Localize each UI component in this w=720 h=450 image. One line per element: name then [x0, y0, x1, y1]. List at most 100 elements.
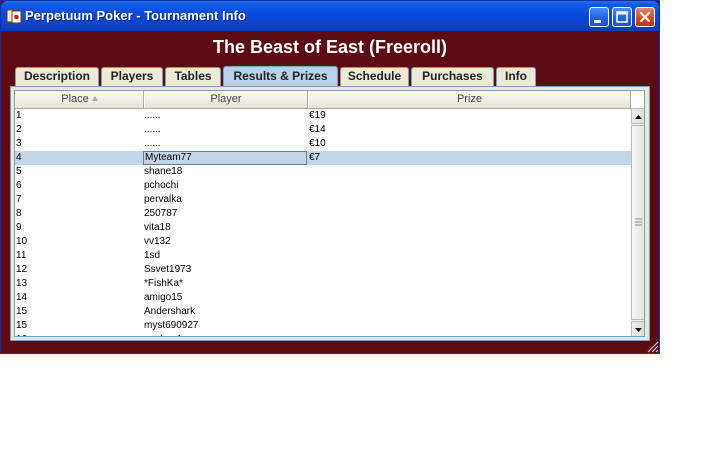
vertical-scrollbar[interactable] [631, 108, 644, 336]
tab-info[interactable]: Info [496, 67, 536, 86]
minimize-button[interactable] [589, 7, 609, 27]
place-cell: 16 [16, 333, 140, 336]
tab-purchases[interactable]: Purchases [411, 67, 494, 86]
grip-lines-icon [635, 218, 642, 226]
prize-cell [309, 305, 609, 319]
table-row[interactable]: 11 1sd [15, 249, 631, 263]
table-row[interactable]: 4 Myteam77 €7 [15, 151, 631, 165]
prize-cell: €19 [309, 110, 326, 121]
table-row[interactable]: 7 pervalka [15, 193, 631, 207]
table-row[interactable]: 12 Ssvet1973 [15, 263, 631, 277]
prize-cell [309, 179, 609, 193]
place-cell: 12 [16, 264, 28, 275]
prize-cell: €7 [309, 152, 321, 163]
results-prizes-panel: Place Player Prize 1...... €19 2...... €14 3… [10, 86, 650, 341]
prize-cell [309, 249, 609, 263]
table-row[interactable]: 10 vv132 [15, 235, 631, 249]
player-cell: Myteam77 [143, 151, 307, 165]
place-cell: 9 [16, 222, 22, 233]
resize-grip-icon[interactable] [645, 339, 659, 353]
sort-ascending-icon [91, 96, 98, 101]
table-row[interactable]: 1...... €19 [15, 109, 631, 123]
prize-cell [309, 235, 609, 249]
place-cell: 11 [16, 250, 27, 261]
place-cell: 10 [16, 236, 28, 247]
table-row[interactable]: 15 Andershark [15, 305, 631, 319]
tab-schedule[interactable]: Schedule [340, 67, 409, 86]
tab-players[interactable]: Players [101, 67, 163, 86]
place-cell: 3 [16, 138, 22, 149]
place-cell: 7 [16, 194, 22, 205]
prize-cell [309, 207, 609, 221]
prize-cell: €14 [309, 124, 326, 135]
player-cell: 1sd [144, 250, 161, 261]
scroll-up-button[interactable] [631, 108, 644, 124]
player-cell: pervalka [144, 194, 182, 205]
place-cell: 6 [16, 180, 22, 191]
tab-results-prizes[interactable]: Results & Prizes [223, 66, 338, 87]
close-button[interactable] [635, 7, 655, 27]
column-header-place[interactable]: Place [15, 91, 144, 108]
player-cell: ...... [144, 110, 161, 121]
tab-description[interactable]: Description [15, 67, 99, 86]
table-body: 1...... €19 2...... €14 3...... €10 4 Myteam77 €… [15, 109, 631, 336]
place-cell: 8 [16, 208, 22, 219]
table-row[interactable]: 6 pchochi [15, 179, 631, 193]
table-header: Place Player Prize [15, 91, 631, 109]
poker-app-icon [6, 8, 22, 24]
arrow-down-icon [635, 328, 642, 332]
place-cell: 2 [16, 124, 22, 135]
place-cell: 5 [16, 166, 22, 177]
prize-cell [309, 221, 609, 235]
player-cell: ...... [144, 124, 161, 135]
column-header-prize[interactable]: Prize [308, 91, 631, 108]
close-icon [639, 11, 651, 23]
place-header-label: Place [61, 93, 89, 105]
table-row[interactable]: 5 shane18 [15, 165, 631, 179]
table-row[interactable]: 2...... €14 [15, 123, 631, 137]
player-cell: pchochi [144, 180, 179, 191]
place-cell: 15 [16, 306, 28, 317]
title-bar[interactable]: Perpetuum Poker - Tournament Info [1, 1, 659, 31]
prize-cell [309, 333, 609, 336]
player-cell: amigo15 [144, 292, 183, 303]
place-cell: 14 [16, 292, 28, 303]
table-row[interactable]: 3...... €10 [15, 137, 631, 151]
table-row[interactable]: 13 *FishKa* [15, 277, 631, 291]
tab-tables[interactable]: Tables [165, 67, 221, 86]
column-header-player[interactable]: Player [144, 91, 308, 108]
place-cell: 15 [16, 320, 28, 331]
player-cell: Andershark [144, 306, 196, 317]
player-cell: myst690927 [144, 320, 199, 331]
player-cell: vita18 [144, 222, 171, 233]
scroll-thumb[interactable] [631, 125, 644, 320]
prize-cell [309, 193, 609, 207]
place-cell: 4 [16, 152, 22, 163]
player-cell: vv132 [144, 236, 171, 247]
table-row[interactable]: 9 vita18 [15, 221, 631, 235]
player-cell: pashyc4e [144, 333, 304, 336]
table-row[interactable]: 8 250787 [15, 207, 631, 221]
tournament-name: The Beast of East (Freeroll) [212, 37, 448, 57]
prize-cell [309, 319, 609, 333]
arrow-up-icon [635, 115, 642, 119]
window-title: Perpetuum Poker - Tournament Info [25, 8, 246, 23]
prize-cell [309, 165, 609, 179]
player-cell: 250787 [144, 208, 178, 219]
player-cell: *FishKa* [144, 278, 183, 289]
prize-cell: €10 [309, 138, 326, 149]
table-row[interactable]: 14 amigo15 [15, 291, 631, 305]
prize-cell [309, 277, 609, 291]
table-row[interactable]: 15 myst690927 [15, 319, 631, 333]
player-cell: Ssvet1973 [144, 264, 192, 275]
place-cell: 1 [16, 110, 22, 121]
player-cell: ...... [144, 138, 161, 149]
maximize-button[interactable] [612, 7, 632, 27]
player-cell: shane18 [144, 166, 183, 177]
scroll-down-button[interactable] [631, 321, 644, 336]
prize-cell [309, 263, 609, 277]
table-row[interactable]: 16 pashyc4e [15, 333, 631, 336]
maximize-icon [616, 11, 628, 23]
minimize-icon [594, 20, 601, 23]
prize-cell [309, 291, 609, 305]
